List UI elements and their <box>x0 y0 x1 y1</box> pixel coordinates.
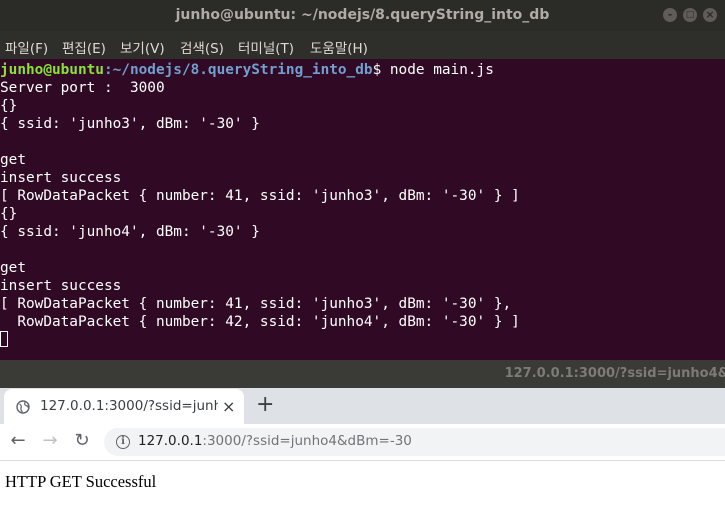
globe-icon <box>16 400 30 414</box>
prompt-path: :~/nodejs/8.queryString_into_db <box>103 62 373 78</box>
prompt-user: junho@ubuntu <box>0 62 104 78</box>
url-text[interactable]: 127.0.0.1:3000/?ssid=junho4&dBm=-30 <box>138 433 412 449</box>
menu-view[interactable]: 보기(V) <box>120 37 165 57</box>
terminal-output-line: RowDataPacket { number: 42, ssid: 'junho… <box>0 314 520 330</box>
terminal-output-line: insert success <box>0 278 122 294</box>
browser-tab[interactable]: 127.0.0.1:3000/?ssid=junho4&dBm=-30 × <box>4 389 244 424</box>
back-arrow-icon[interactable]: ← <box>6 429 30 453</box>
browser-tabbar: 127.0.0.1:3000/?ssid=junho4&dBm=-30 × + <box>0 388 725 424</box>
terminal-output-line: Server port : 3000 <box>0 80 165 96</box>
tab-close-icon[interactable]: × <box>222 397 235 416</box>
terminal-output-line: { ssid: 'junho3', dBm: '-30' } <box>0 116 260 132</box>
terminal-output-line: {} <box>0 206 18 222</box>
terminal-output-line: { ssid: 'junho4', dBm: '-30' } <box>0 224 260 240</box>
page-response-text: HTTP GET Successful <box>5 472 157 491</box>
menu-help[interactable]: 도움말(H) <box>310 37 368 57</box>
terminal-body[interactable]: junho@ubuntu:~/nodejs/8.queryString_into… <box>0 59 725 360</box>
terminal-menubar: 파일(F) 편집(E) 보기(V) 검색(S) 터미널(T) 도움말(H) <box>0 31 725 59</box>
url-host: 127.0.0.1 <box>138 433 203 449</box>
terminal-output-line: insert success <box>0 170 122 186</box>
new-tab-button[interactable]: + <box>256 393 274 417</box>
menu-file[interactable]: 파일(F) <box>5 37 48 57</box>
terminal-output-line: get <box>0 260 26 276</box>
menu-edit[interactable]: 편집(E) <box>62 37 106 57</box>
reload-icon[interactable]: ↻ <box>70 429 94 453</box>
page-content: HTTP GET Successful <box>0 461 725 519</box>
terminal-output-line: [ RowDataPacket { number: 41, ssid: 'jun… <box>0 296 512 312</box>
menu-search[interactable]: 검색(S) <box>180 37 224 57</box>
status-url: 127.0.0.1:3000/?ssid=junho4& <box>504 366 725 381</box>
minimize-icon[interactable]: - <box>663 8 677 22</box>
status-strip: 127.0.0.1:3000/?ssid=junho4& <box>0 360 725 388</box>
info-icon[interactable]: i <box>116 435 130 449</box>
forward-arrow-icon[interactable]: → <box>38 429 62 453</box>
terminal-cursor <box>0 331 8 347</box>
prompt-command: $ node main.js <box>372 62 494 78</box>
terminal-title: junho@ubuntu: ~/nodejs/8.queryString_int… <box>175 7 550 23</box>
terminal-output-line: get <box>0 152 26 168</box>
browser-toolbar: ← → ↻ i 127.0.0.1:3000/?ssid=junho4&dBm=… <box>0 424 725 461</box>
terminal-prompt-line: junho@ubuntu:~/nodejs/8.queryString_into… <box>0 61 494 79</box>
close-icon[interactable]: × <box>703 8 717 22</box>
tab-title: 127.0.0.1:3000/?ssid=junho4&dBm=-30 <box>40 398 218 414</box>
terminal-output-line: [ RowDataPacket { number: 41, ssid: 'jun… <box>0 188 520 204</box>
maximize-icon[interactable]: □ <box>683 8 697 22</box>
url-rest: :3000/?ssid=junho4&dBm=-30 <box>202 433 412 449</box>
terminal-titlebar: junho@ubuntu: ~/nodejs/8.queryString_int… <box>0 0 725 31</box>
menu-terminal[interactable]: 터미널(T) <box>238 37 294 57</box>
address-bar[interactable]: i 127.0.0.1:3000/?ssid=junho4&dBm=-30 <box>104 428 725 456</box>
terminal-output-line: {} <box>0 98 18 114</box>
